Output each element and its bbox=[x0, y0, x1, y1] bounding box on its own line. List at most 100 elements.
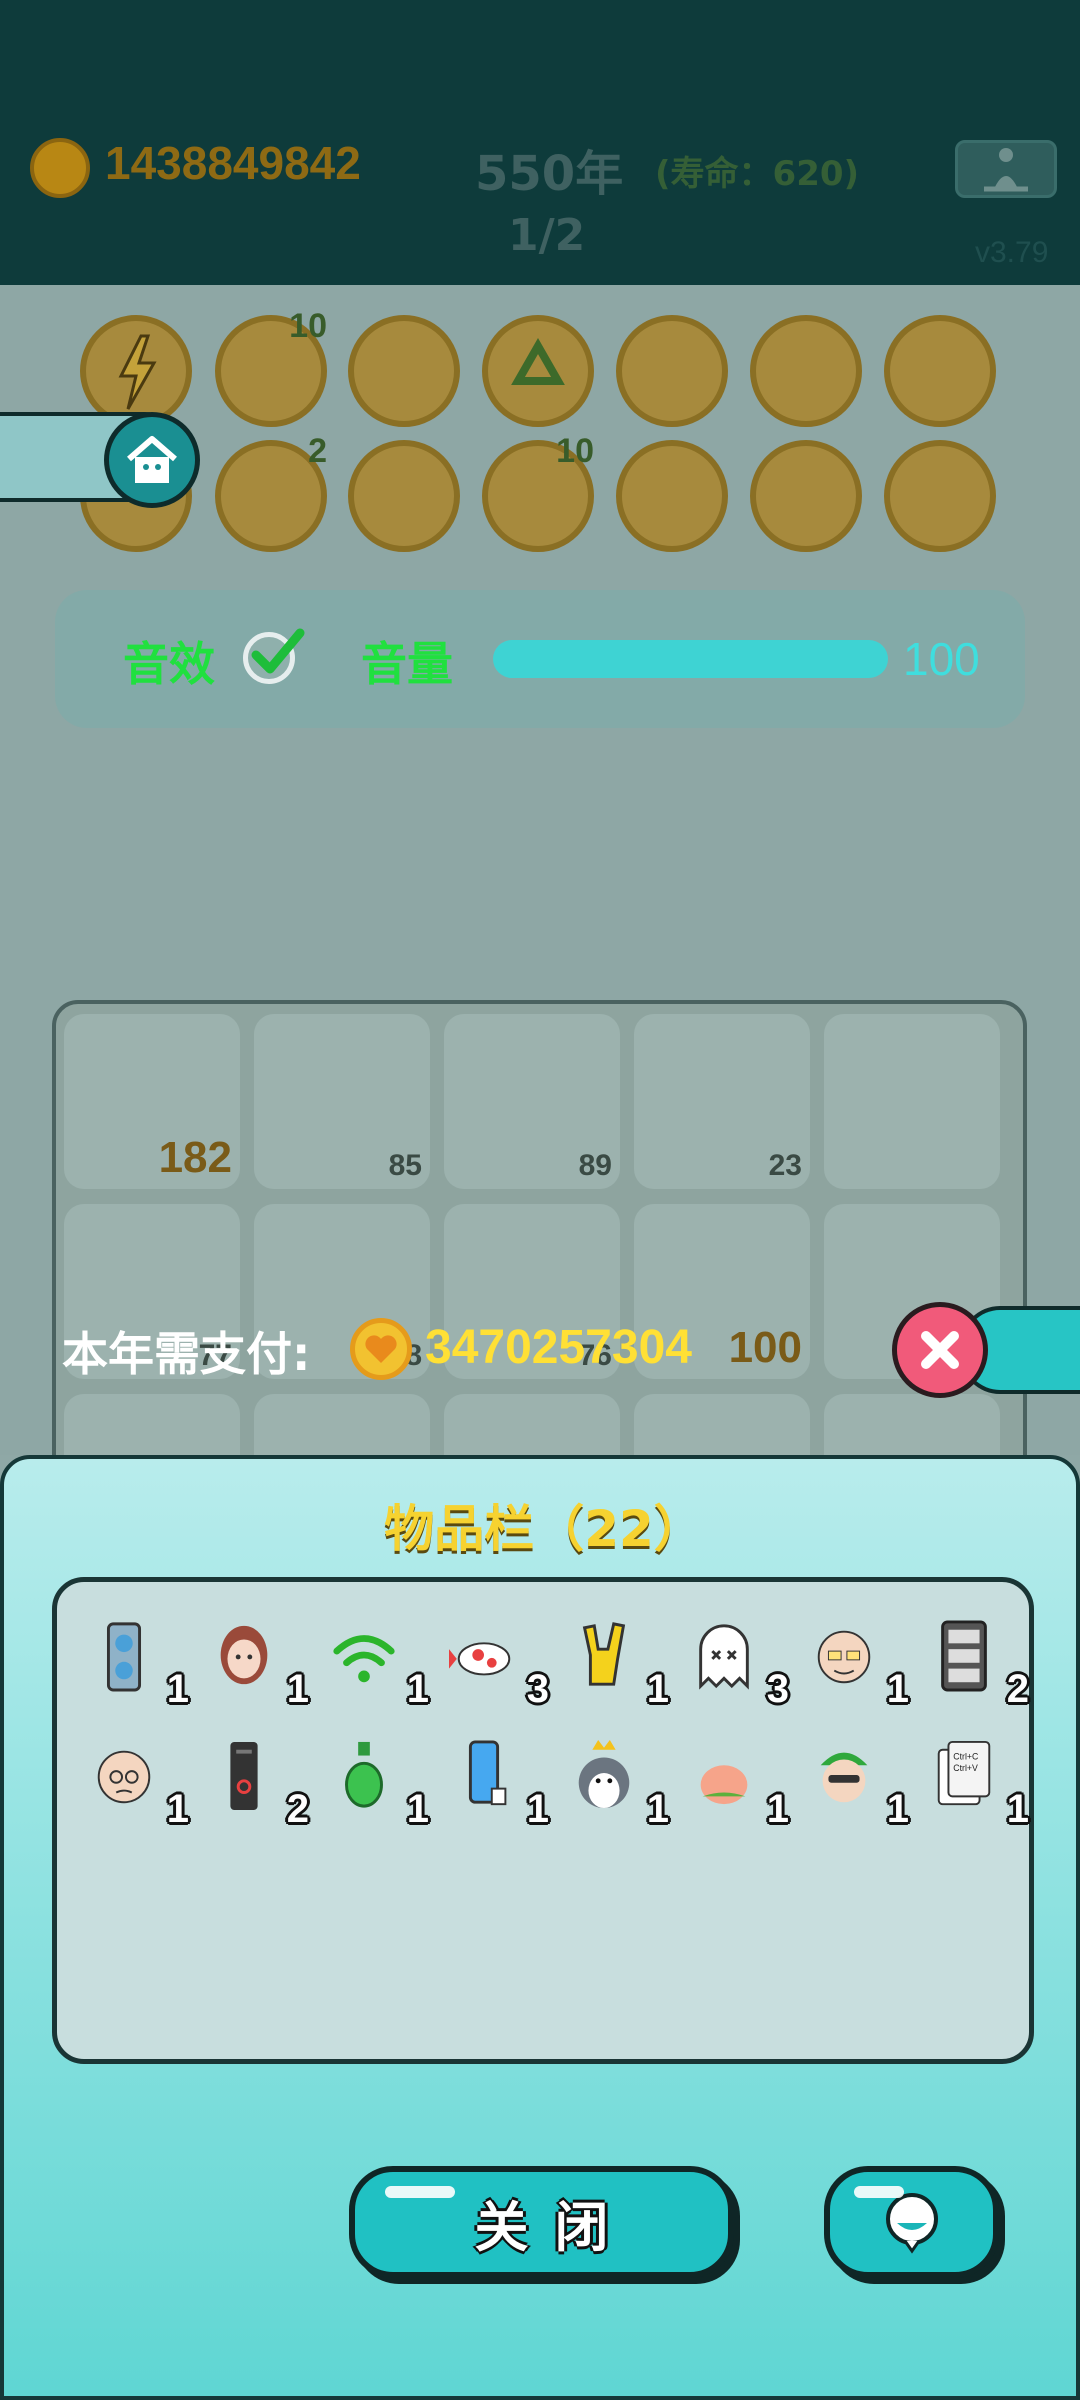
board-cell[interactable]: 23 bbox=[634, 1014, 810, 1189]
inventory-item[interactable]: 2 bbox=[919, 1602, 1029, 1712]
inventory-item[interactable]: 1 bbox=[439, 1722, 549, 1832]
close-icon bbox=[921, 1331, 959, 1369]
inventory-item[interactable]: 1 bbox=[799, 1602, 909, 1712]
dismiss-button[interactable] bbox=[892, 1302, 988, 1398]
item-count: 2 bbox=[1006, 1667, 1029, 1711]
rock-hand-icon bbox=[582, 1622, 626, 1686]
slot-level: 2 bbox=[308, 432, 327, 470]
item-count: 1 bbox=[646, 1787, 669, 1831]
item-count: 1 bbox=[166, 1667, 189, 1711]
button-shine bbox=[385, 2186, 455, 2198]
sound-effect-label: 音效 bbox=[123, 637, 215, 691]
annual-payment-amount: 3470257304 bbox=[425, 1321, 692, 1374]
slot-level: 10 bbox=[556, 432, 594, 470]
coin-balance: 1438849842 bbox=[105, 137, 361, 189]
close-button[interactable]: 关闭 bbox=[349, 2166, 734, 2278]
item-count: 1 bbox=[1006, 1787, 1029, 1831]
meditate-button[interactable] bbox=[955, 140, 1057, 198]
item-count: 1 bbox=[286, 1667, 309, 1711]
item-count: 1 bbox=[406, 1787, 429, 1831]
board-cell[interactable] bbox=[824, 1014, 1000, 1189]
skill-slot-handshake[interactable]: 2 bbox=[215, 432, 327, 552]
skill-slot-lego[interactable]: 10 bbox=[482, 432, 594, 552]
inventory-item[interactable]: 3 bbox=[679, 1602, 789, 1712]
coin-icon bbox=[30, 138, 90, 198]
item-count: 1 bbox=[406, 1667, 429, 1711]
sound-effect-checkbox[interactable] bbox=[243, 628, 305, 684]
inventory-item[interactable]: Ctrl+C Ctrl+V 1 bbox=[919, 1722, 1029, 1832]
chat-button[interactable] bbox=[824, 2166, 999, 2278]
bald-man-icon bbox=[97, 1750, 151, 1804]
sound-settings-panel: 音效 音量 100 bbox=[55, 590, 1025, 728]
board-cell[interactable]: 182 bbox=[64, 1014, 240, 1189]
girl-face-icon bbox=[220, 1625, 268, 1685]
skill-slot-time[interactable] bbox=[750, 315, 862, 427]
board-cell[interactable]: 85 bbox=[254, 1014, 430, 1189]
board-cell[interactable]: 89 bbox=[444, 1014, 620, 1189]
meditation-icon bbox=[984, 148, 1028, 192]
inventory-item[interactable]: 1 bbox=[799, 1722, 909, 1832]
skill-slot-skirt[interactable] bbox=[884, 315, 996, 427]
volume-slider[interactable] bbox=[493, 640, 888, 678]
item-count: 1 bbox=[646, 1667, 669, 1711]
inventory-item[interactable]: 2 bbox=[199, 1722, 309, 1832]
graphics-card-icon bbox=[106, 1622, 142, 1692]
item-count: 3 bbox=[766, 1667, 789, 1711]
cell-value: 182 bbox=[158, 1133, 232, 1182]
copy-paste-text: Ctrl+V bbox=[953, 1763, 978, 1773]
cell-value: 89 bbox=[578, 1149, 612, 1182]
item-count: 1 bbox=[166, 1787, 189, 1831]
skill-slot-isee[interactable] bbox=[884, 440, 996, 552]
ghost-icon bbox=[699, 1624, 749, 1690]
skill-slot-chip[interactable]: 10 bbox=[215, 307, 327, 427]
inventory-item[interactable]: 1 bbox=[319, 1602, 429, 1712]
lifespan-text: (寿命：620) bbox=[655, 154, 860, 194]
inventory-item[interactable]: 1 bbox=[559, 1722, 669, 1832]
inventory-item[interactable]: 1 bbox=[79, 1722, 189, 1832]
inventory-item[interactable]: 1 bbox=[319, 1722, 429, 1832]
copy-paste-text: Ctrl+C bbox=[953, 1751, 978, 1761]
heart-icon bbox=[365, 1335, 397, 1363]
old-man-glasses-icon bbox=[817, 1630, 871, 1684]
home-icon bbox=[127, 436, 177, 483]
inventory-title: 物品栏（22） bbox=[384, 1500, 704, 1558]
button-shine bbox=[854, 2186, 904, 2198]
lightning-icon bbox=[118, 334, 157, 410]
item-count: 1 bbox=[886, 1667, 909, 1711]
peach-icon bbox=[700, 1765, 748, 1805]
page-indicator: 1/2 bbox=[508, 210, 586, 261]
item-count: 1 bbox=[526, 1787, 549, 1831]
skill-slot-plant[interactable] bbox=[616, 440, 728, 552]
inventory-item[interactable]: 1 bbox=[559, 1602, 669, 1712]
pc-tower-icon bbox=[230, 1741, 258, 1810]
version-label: v3.79 bbox=[975, 236, 1049, 269]
home-button[interactable] bbox=[104, 412, 200, 508]
inventory-item[interactable]: 1 bbox=[79, 1602, 189, 1712]
skill-slot-tree[interactable] bbox=[348, 315, 460, 427]
cell-value: 85 bbox=[388, 1149, 422, 1182]
close-button-label: 关闭 bbox=[474, 2195, 635, 2259]
recycle-icon bbox=[511, 337, 565, 385]
cell-value: 23 bbox=[768, 1149, 802, 1182]
cell-value: 100 bbox=[728, 1323, 802, 1372]
volume-value: 100 bbox=[903, 633, 980, 685]
smartphone-icon bbox=[468, 1740, 507, 1806]
skill-slot-recycle[interactable] bbox=[482, 315, 594, 427]
inventory-item[interactable]: 1 bbox=[679, 1722, 789, 1832]
item-count: 2 bbox=[286, 1787, 309, 1831]
husky-king-icon bbox=[578, 1740, 630, 1809]
item-count: 1 bbox=[886, 1787, 909, 1831]
skill-slot-ghost[interactable] bbox=[750, 440, 862, 552]
server-rack-icon bbox=[941, 1620, 987, 1692]
skill-slot-lightning[interactable] bbox=[80, 315, 192, 427]
green-hat-man-icon bbox=[820, 1752, 868, 1803]
item-count: 1 bbox=[766, 1787, 789, 1831]
checkmark-icon bbox=[251, 628, 305, 674]
wifi-icon bbox=[333, 1635, 395, 1683]
copy-paste-icon: Ctrl+C Ctrl+V bbox=[937, 1740, 991, 1806]
coin-icon bbox=[350, 1318, 412, 1380]
skill-slot-rock[interactable] bbox=[348, 440, 460, 552]
skill-slot-hourglass[interactable] bbox=[616, 315, 728, 427]
inventory-item[interactable]: 3 bbox=[439, 1602, 549, 1712]
inventory-item[interactable]: 1 bbox=[199, 1602, 309, 1712]
